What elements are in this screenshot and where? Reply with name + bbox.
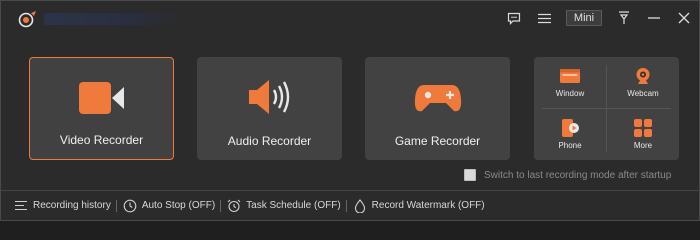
close-icon[interactable] bbox=[669, 1, 699, 35]
auto-stop-label: Auto Stop (OFF) bbox=[141, 200, 216, 211]
webcam-recorder-button[interactable]: Webcam bbox=[607, 57, 679, 108]
phone-recorder-button[interactable]: Phone bbox=[534, 109, 606, 160]
video-camera-icon bbox=[78, 76, 126, 120]
footer-separator bbox=[220, 199, 222, 212]
alarm-clock-icon bbox=[226, 198, 242, 214]
bottom-toolbar: Recording history Auto Stop (OFF) Task S… bbox=[1, 190, 699, 220]
grid-icon bbox=[633, 119, 653, 137]
mini-mode-button[interactable]: Mini bbox=[566, 10, 602, 26]
app-window: Mini Video Recorder Audio Recorder Game … bbox=[0, 0, 700, 221]
title-bar: Mini bbox=[1, 1, 699, 35]
recording-history-label: Recording history bbox=[33, 200, 111, 211]
window-recorder-button[interactable]: Window bbox=[534, 57, 606, 108]
phone-label: Phone bbox=[558, 141, 582, 150]
record-watermark-button[interactable]: Record Watermark (OFF) bbox=[352, 198, 485, 214]
audio-recorder-label: Audio Recorder bbox=[227, 134, 312, 148]
window-title-redacted bbox=[44, 13, 184, 25]
title-bar-controls: Mini bbox=[499, 1, 699, 35]
switch-last-mode-checkbox[interactable] bbox=[464, 169, 476, 181]
gamepad-icon bbox=[414, 75, 462, 119]
window-label: Window bbox=[555, 89, 585, 98]
webcam-icon bbox=[634, 67, 652, 85]
menu-icon[interactable] bbox=[529, 1, 559, 35]
more-modes-panel: Window Webcam Phone More bbox=[534, 57, 679, 160]
game-recorder-label: Game Recorder bbox=[394, 134, 481, 148]
game-recorder-tile[interactable]: Game Recorder bbox=[365, 57, 510, 160]
list-icon bbox=[13, 198, 29, 214]
footer-separator bbox=[345, 199, 347, 212]
video-recorder-label: Video Recorder bbox=[59, 133, 144, 147]
video-recorder-tile[interactable]: Video Recorder bbox=[29, 57, 174, 160]
app-logo-icon bbox=[18, 10, 38, 28]
task-schedule-label: Task Schedule (OFF) bbox=[246, 200, 341, 211]
window-icon bbox=[559, 67, 581, 85]
minimize-icon[interactable] bbox=[639, 1, 669, 35]
clock-icon bbox=[122, 198, 138, 214]
more-recorders-button[interactable]: More bbox=[607, 109, 679, 160]
recording-history-button[interactable]: Recording history bbox=[13, 198, 111, 214]
auto-stop-button[interactable]: Auto Stop (OFF) bbox=[122, 198, 215, 214]
water-drop-icon bbox=[352, 198, 368, 214]
record-watermark-label: Record Watermark (OFF) bbox=[371, 200, 485, 211]
switch-last-mode-option[interactable]: Switch to last recording mode after star… bbox=[464, 168, 671, 182]
webcam-label: Webcam bbox=[627, 89, 659, 98]
pin-icon[interactable] bbox=[609, 1, 639, 35]
speaker-icon bbox=[247, 75, 293, 119]
feedback-icon[interactable] bbox=[499, 1, 529, 35]
switch-last-mode-label: Switch to last recording mode after star… bbox=[484, 169, 672, 181]
more-label: More bbox=[633, 141, 653, 150]
phone-icon bbox=[559, 119, 581, 137]
footer-separator bbox=[115, 199, 117, 212]
audio-recorder-tile[interactable]: Audio Recorder bbox=[197, 57, 342, 160]
task-schedule-button[interactable]: Task Schedule (OFF) bbox=[226, 198, 341, 214]
